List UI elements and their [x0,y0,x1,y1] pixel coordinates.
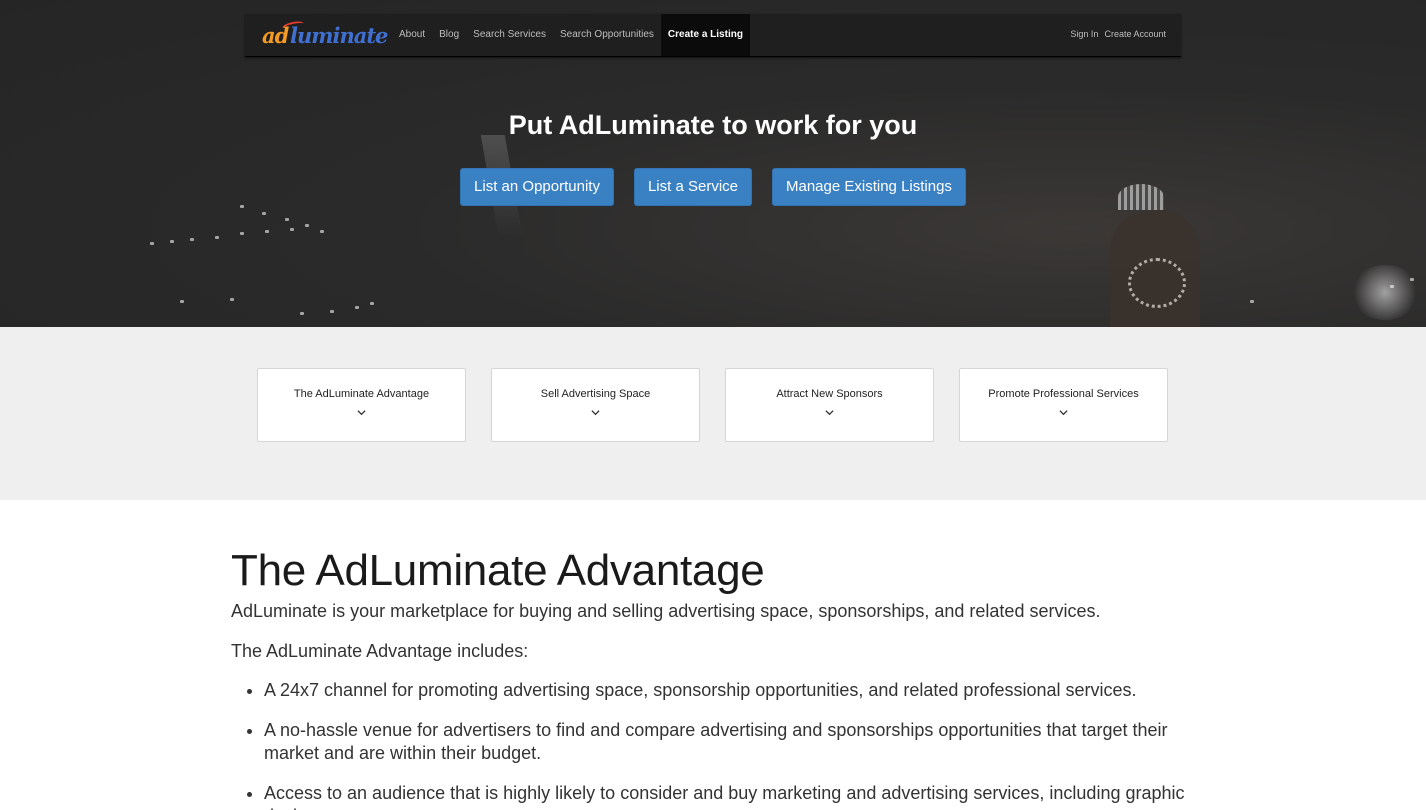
nav-links: About Blog Search Services Search Opport… [392,14,750,56]
nav-link-about[interactable]: About [392,14,432,56]
nav-link-search-opportunities[interactable]: Search Opportunities [553,14,661,56]
feature-card-sell-space[interactable]: Sell Advertising Space [491,368,700,442]
section-intro: AdLuminate is your marketplace for buyin… [231,601,1101,621]
account-links: Sign In Create Account [1070,14,1166,56]
chevron-down-icon [591,410,600,416]
list-item: A no-hassle venue for advertisers to fin… [264,719,1191,765]
advantage-section: The AdLuminate Advantage AdLuminate is y… [231,545,1191,810]
feature-card-label: Attract New Sponsors [776,388,883,400]
section-subheading: The AdLuminate Advantage includes: [231,641,529,661]
list-service-button[interactable]: List a Service [633,168,752,206]
top-navbar: ad luminate About Blog Search Services S… [245,14,1181,57]
list-item: A 24x7 channel for promoting advertising… [264,679,1191,702]
chevron-down-icon [357,410,366,416]
hero-actions: List an Opportunity List a Service Manag… [0,168,1426,206]
feature-card-label: Promote Professional Services [988,388,1139,400]
list-item: Access to an audience that is highly lik… [264,782,1191,810]
logo-text-luminate: luminate [290,23,388,48]
adluminate-logo[interactable]: ad luminate [262,19,388,49]
feature-card-label: Sell Advertising Space [540,388,651,400]
nav-link-search-services[interactable]: Search Services [466,14,553,56]
clock-face [1128,258,1186,308]
feature-card-advantage[interactable]: The AdLuminate Advantage [257,368,466,442]
feature-band: The AdLuminate Advantage Sell Advertisin… [0,327,1426,500]
manage-listings-button[interactable]: Manage Existing Listings [772,168,966,206]
sign-in-link[interactable]: Sign In [1070,14,1098,56]
chevron-down-icon [825,410,834,416]
nav-link-create-listing[interactable]: Create a Listing [660,14,750,56]
feature-card-label: The AdLuminate Advantage [293,388,430,400]
list-opportunity-button[interactable]: List an Opportunity [460,168,614,206]
feature-card-sponsors[interactable]: Attract New Sponsors [725,368,934,442]
logo-text-ad: ad [262,23,289,48]
light-glow-decoration [1350,265,1420,320]
section-heading: The AdLuminate Advantage [231,546,765,595]
hero-banner: ad luminate About Blog Search Services S… [0,0,1426,327]
clock-tower-decoration [1110,184,1200,327]
nav-link-blog[interactable]: Blog [432,14,466,56]
create-account-link[interactable]: Create Account [1104,14,1166,56]
feature-card-professional-services[interactable]: Promote Professional Services [959,368,1168,442]
advantage-list: A 24x7 channel for promoting advertising… [231,679,1191,810]
hero-title: Put AdLuminate to work for you [508,110,918,140]
chevron-down-icon [1059,410,1068,416]
